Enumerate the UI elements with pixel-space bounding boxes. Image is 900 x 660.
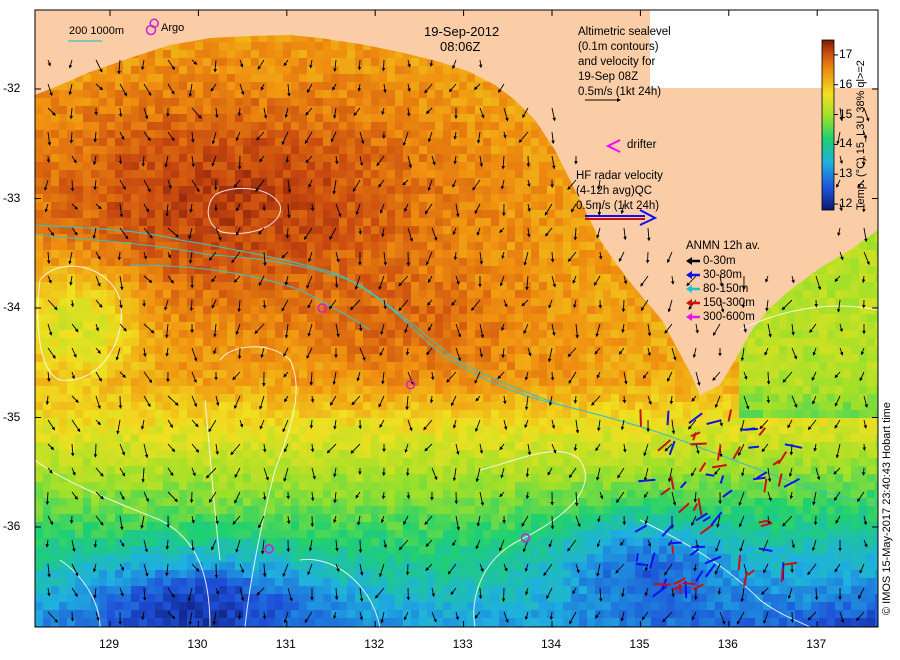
x-tick-label: 129 xyxy=(99,637,120,651)
colorbar-tick-label: 13 xyxy=(839,166,853,181)
credit-text: © IMOS 15-May-2017 23:40:43 Hobart time xyxy=(881,402,893,615)
colorbar-tick-label: 16 xyxy=(839,76,853,91)
altimetry-legend: Altimetric sealevel (0.1m contours) and … xyxy=(578,25,671,100)
x-tick-label: 134 xyxy=(541,637,562,651)
hf-radar-legend: HF radar velocity (4-12h avg)QC 0.5m/s (… xyxy=(576,169,663,214)
altimetry-line-5: 0.5m/s (1kt 24h) xyxy=(578,86,662,98)
colorbar-tick-label: 12 xyxy=(839,196,853,211)
y-tick-label: -35 xyxy=(3,409,21,424)
x-tick-label: 130 xyxy=(187,637,208,651)
x-tick-label: 135 xyxy=(629,637,650,651)
y-tick-label: -32 xyxy=(3,81,21,95)
x-tick-label: 133 xyxy=(452,637,473,651)
colorbar xyxy=(821,39,835,211)
altimetry-line-2: (0.1m contours) xyxy=(578,41,659,53)
anmn-item-3: 150-300m xyxy=(703,297,755,309)
x-tick-label: 137 xyxy=(806,637,827,651)
map-date: 19-Sep-2012 xyxy=(424,24,500,39)
altimetry-line-3: and velocity for xyxy=(578,56,656,68)
colorbar-tick-label: 17 xyxy=(839,46,853,61)
anmn-item-1: 30-80m xyxy=(703,269,742,281)
sst-map xyxy=(34,9,879,628)
isobath-legend-label: 200 1000m xyxy=(69,25,125,37)
anmn-item-2: 80-150m xyxy=(703,283,749,295)
map-time: 08:06Z xyxy=(440,39,481,54)
colorbar-label: Temp. (°C) 15_L3U 38% ql>=2 xyxy=(855,60,867,210)
altimetry-line-4: 19-Sep 08Z xyxy=(578,71,639,83)
anmn-item-0: 0-30m xyxy=(703,255,736,267)
anmn-legend-title: ANMN 12h av. xyxy=(686,240,760,252)
hf-line-1: HF radar velocity xyxy=(576,170,663,182)
altimetry-line-1: Altimetric sealevel xyxy=(578,26,671,38)
x-tick-label: 131 xyxy=(275,637,296,651)
x-tick-label: 132 xyxy=(364,637,385,651)
drifter-legend-label: drifter xyxy=(627,139,657,151)
hf-line-2: (4-12h avg)QC xyxy=(576,185,653,197)
argo-legend-label: Argo xyxy=(161,22,185,34)
colorbar-tick-label: 15 xyxy=(839,106,853,121)
anmn-legend-labels: 0-30m 30-80m 80-150m 150-300m 300-600m xyxy=(703,254,755,324)
sst-field xyxy=(35,10,878,627)
anmn-item-4: 300-600m xyxy=(703,311,755,323)
hf-line-3: 0.5m/s (1kt 24h) xyxy=(576,200,660,212)
y-tick-label: -33 xyxy=(3,190,21,205)
y-tick-label: -36 xyxy=(3,519,21,533)
y-tick-label: -34 xyxy=(3,300,21,314)
colorbar-tick-label: 14 xyxy=(839,136,853,151)
x-tick-label: 136 xyxy=(717,637,738,651)
